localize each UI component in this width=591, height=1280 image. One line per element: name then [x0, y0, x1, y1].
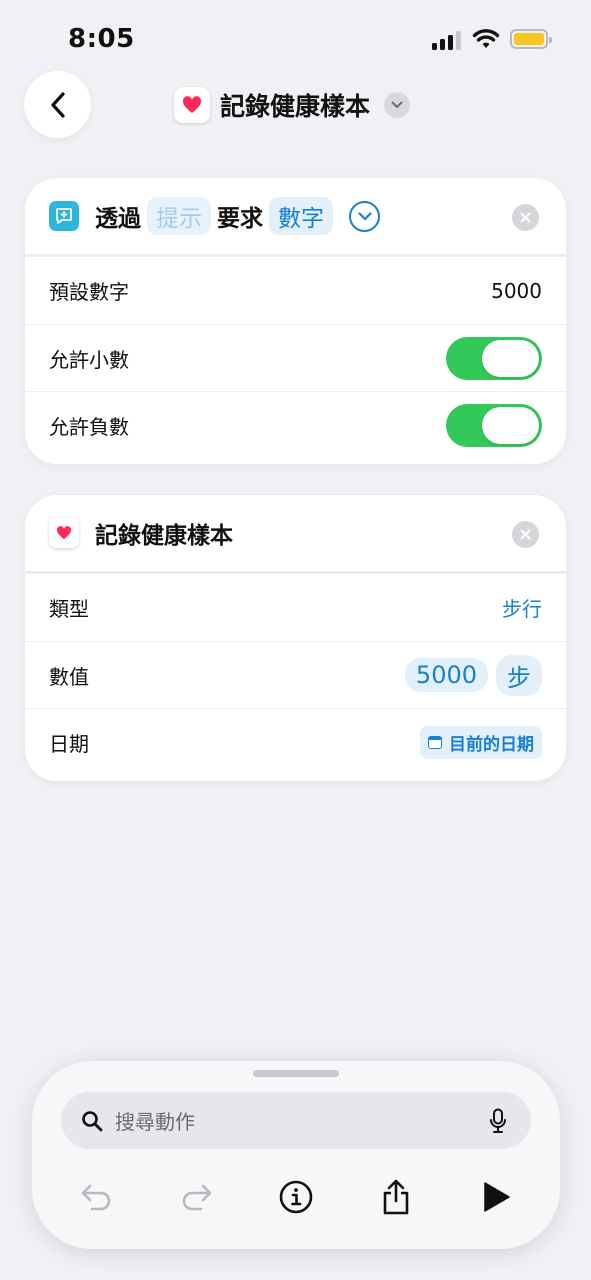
health-app-icon: [174, 87, 210, 123]
input-type-token[interactable]: 數字: [269, 197, 333, 235]
action-title: 記錄健康樣本: [95, 523, 233, 549]
close-icon: [520, 212, 531, 223]
row-label: 數值: [49, 664, 89, 689]
log-health-sample-action: 記錄健康樣本 類型 步行 數值 5000 步 日期 目前的日期: [25, 495, 566, 781]
message-bubble-icon: [49, 201, 79, 231]
shortcut-title: 記錄健康樣本: [220, 92, 371, 121]
share-icon: [383, 1179, 409, 1215]
prompt-token[interactable]: 提示: [147, 197, 211, 235]
status-time: 8:05: [68, 24, 135, 54]
row-label: 日期: [49, 731, 89, 756]
value-row: 數值 5000 步: [25, 641, 566, 708]
row-label: 類型: [49, 597, 89, 621]
remove-action-button[interactable]: [512, 521, 539, 548]
redo-button[interactable]: [173, 1174, 219, 1220]
info-button[interactable]: [273, 1174, 319, 1220]
search-placeholder: 搜尋動作: [115, 1110, 195, 1134]
value-unit-token[interactable]: 步: [496, 654, 542, 696]
close-icon: [520, 529, 531, 540]
battery-icon: [510, 29, 552, 49]
action-header: 透過 提示 要求 數字: [25, 178, 566, 257]
default-number-row[interactable]: 預設數字 5000: [25, 257, 566, 324]
chevron-down-icon: [357, 211, 372, 220]
undo-icon: [81, 1184, 111, 1211]
row-label: 預設數字: [49, 280, 129, 304]
allow-decimals-toggle[interactable]: [446, 336, 542, 380]
current-date-label: 目前的日期: [449, 734, 534, 755]
status-bar: 8:05: [0, 0, 591, 78]
allow-decimals-row: 允許小數: [25, 324, 566, 391]
wifi-icon: [472, 29, 500, 48]
redo-icon: [182, 1184, 212, 1211]
expand-options-button[interactable]: [349, 200, 380, 232]
editor-toolbar: [32, 1174, 560, 1220]
microphone-icon[interactable]: [489, 1108, 507, 1134]
row-label: 允許小數: [49, 347, 129, 372]
value-number-token[interactable]: 5000: [404, 658, 488, 692]
action-header: 記錄健康樣本: [25, 495, 566, 574]
shortcut-title-menu[interactable]: 記錄健康樣本: [174, 86, 411, 124]
row-label: 允許負數: [49, 414, 129, 439]
type-row: 類型 步行: [25, 574, 566, 641]
action-prefix: 透過: [95, 206, 141, 232]
allow-negatives-row: 允許負數: [25, 391, 566, 458]
current-date-token[interactable]: 目前的日期: [420, 725, 542, 759]
action-middle: 要求: [217, 206, 263, 232]
search-icon: [82, 1110, 103, 1131]
action-search-panel: 搜尋動作: [32, 1061, 560, 1249]
info-icon: [279, 1180, 313, 1214]
ask-for-input-action: 透過 提示 要求 數字 預設數字 5000 允許小數 允許負數: [25, 178, 566, 464]
remove-action-button[interactable]: [512, 204, 539, 231]
sheet-grabber[interactable]: [253, 1070, 339, 1077]
chevron-left-icon: [50, 91, 65, 118]
search-input[interactable]: 搜尋動作: [61, 1092, 531, 1149]
back-button[interactable]: [24, 71, 91, 138]
cellular-signal-icon: [432, 30, 462, 50]
run-button[interactable]: [473, 1174, 519, 1220]
undo-button[interactable]: [74, 1174, 120, 1220]
default-number-value[interactable]: 5000: [491, 279, 542, 303]
chevron-down-icon[interactable]: [384, 92, 411, 118]
sample-type-value[interactable]: 步行: [502, 593, 542, 622]
share-button[interactable]: [373, 1174, 419, 1220]
calendar-icon: [428, 735, 442, 749]
health-heart-icon: [49, 518, 79, 548]
allow-negatives-toggle[interactable]: [446, 403, 542, 447]
play-icon: [484, 1182, 510, 1212]
date-row: 日期 目前的日期: [25, 708, 566, 775]
